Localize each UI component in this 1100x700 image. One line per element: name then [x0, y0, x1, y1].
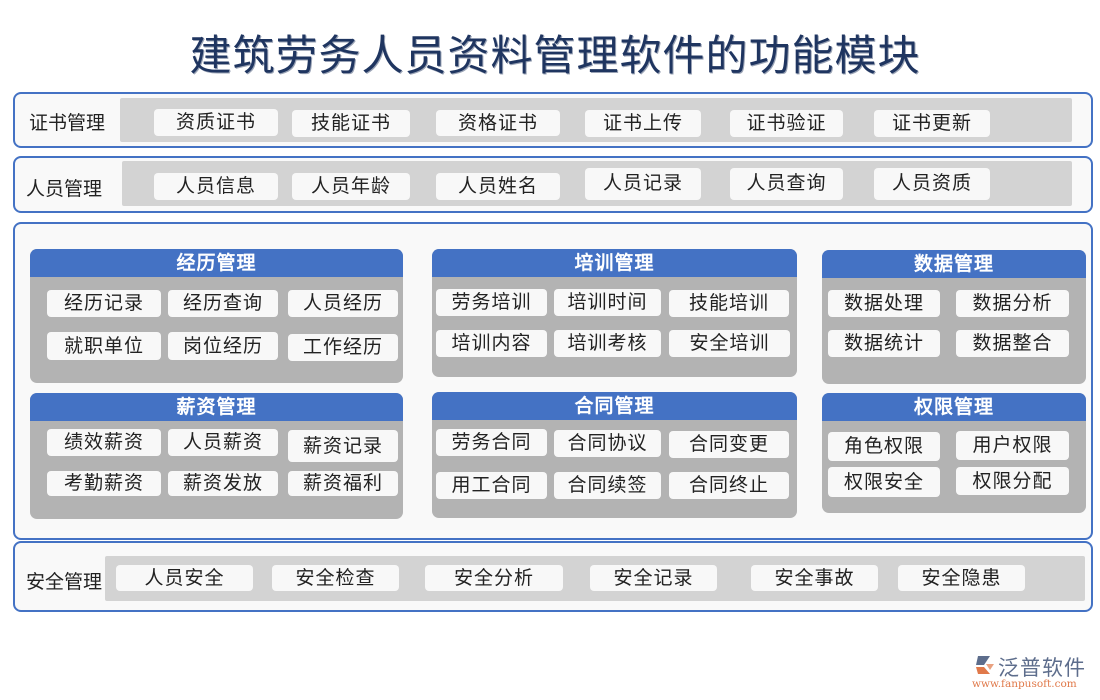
module-title: 合同管理 [432, 392, 797, 420]
module-item[interactable]: 培训时间 [554, 289, 661, 316]
module-item[interactable]: 合同终止 [669, 472, 789, 499]
row-label: 人员管理 [26, 178, 103, 200]
module-item[interactable]: 培训考核 [554, 330, 661, 357]
module-item[interactable]: 安全分析 [425, 565, 563, 591]
module-title: 权限管理 [822, 393, 1086, 421]
module-item[interactable]: 就职单位 [47, 332, 161, 360]
module-title: 经历管理 [30, 249, 403, 277]
module-item[interactable]: 权限安全 [828, 467, 940, 497]
module-item[interactable]: 用户权限 [956, 431, 1069, 460]
module-item[interactable]: 考勤薪资 [47, 471, 161, 496]
row-label: 证书管理 [29, 112, 106, 134]
module-item[interactable]: 资质证书 [154, 109, 278, 136]
module-item[interactable]: 岗位经历 [168, 332, 278, 360]
module-item[interactable]: 安全事故 [751, 565, 878, 591]
module-item[interactable]: 人员查询 [730, 168, 843, 200]
module-item[interactable]: 人员薪资 [168, 429, 278, 456]
module-item[interactable]: 资格证书 [436, 110, 560, 136]
personnel-management-row: 人员管理 人员信息 人员年龄 人员姓名 人员记录 人员查询 人员资质 [13, 156, 1093, 213]
row-label: 安全管理 [26, 571, 103, 593]
page-title: 建筑劳务人员资料管理软件的功能模块 [189, 31, 921, 80]
module-item[interactable]: 安全检查 [272, 565, 399, 591]
brand-logo: 泛普软件 www.fanpusoft.com [972, 652, 1097, 696]
module-title: 培训管理 [432, 249, 797, 277]
permission-management-module: 权限管理 角色权限 用户权限 权限安全 权限分配 [822, 393, 1086, 513]
module-item[interactable]: 经历记录 [47, 290, 161, 317]
module-item[interactable]: 薪资发放 [168, 471, 278, 496]
module-item[interactable]: 数据处理 [828, 290, 940, 317]
module-item[interactable]: 安全隐患 [898, 565, 1025, 591]
module-item[interactable]: 人员信息 [154, 173, 278, 200]
safety-management-row: 安全管理 人员安全 安全检查 安全分析 安全记录 安全事故 安全隐患 [13, 541, 1093, 612]
module-item[interactable]: 技能培训 [669, 290, 789, 317]
salary-management-module: 薪资管理 绩效薪资 人员薪资 薪资记录 考勤薪资 薪资发放 薪资福利 [30, 393, 403, 519]
module-item[interactable]: 数据统计 [828, 330, 940, 357]
training-management-module: 培训管理 劳务培训 培训时间 技能培训 培训内容 培训考核 安全培训 [432, 249, 797, 377]
module-item[interactable]: 人员姓名 [436, 173, 560, 200]
module-item[interactable]: 人员安全 [116, 565, 253, 591]
module-title: 薪资管理 [30, 393, 403, 421]
module-item[interactable]: 数据整合 [956, 330, 1069, 357]
module-item[interactable]: 安全培训 [669, 330, 790, 357]
module-item[interactable]: 证书上传 [585, 110, 701, 137]
module-item[interactable]: 证书更新 [874, 110, 990, 137]
certificate-management-row: 证书管理 资质证书 技能证书 资格证书 证书上传 证书验证 证书更新 [13, 92, 1093, 148]
module-item[interactable]: 培训内容 [436, 330, 547, 357]
module-item[interactable]: 经历查询 [168, 290, 278, 317]
module-item[interactable]: 劳务合同 [436, 429, 547, 456]
module-item[interactable]: 劳务培训 [436, 289, 547, 316]
module-item[interactable]: 数据分析 [956, 290, 1069, 317]
brand-logo-icon [976, 656, 994, 674]
module-item[interactable]: 角色权限 [828, 432, 940, 461]
module-item[interactable]: 薪资福利 [288, 471, 398, 496]
module-item[interactable]: 绩效薪资 [47, 429, 161, 456]
module-item[interactable]: 工作经历 [288, 334, 398, 361]
module-item[interactable]: 合同协议 [554, 430, 661, 457]
experience-management-module: 经历管理 经历记录 经历查询 人员经历 就职单位 岗位经历 工作经历 [30, 249, 403, 383]
module-item[interactable]: 权限分配 [956, 467, 1069, 495]
module-title: 数据管理 [822, 250, 1086, 278]
module-item[interactable]: 安全记录 [590, 565, 717, 591]
module-item[interactable]: 人员资质 [874, 168, 990, 200]
data-management-module: 数据管理 数据处理 数据分析 数据统计 数据整合 [822, 250, 1086, 384]
module-item[interactable]: 合同续签 [554, 472, 661, 499]
row-track: 人员安全 安全检查 安全分析 安全记录 安全事故 安全隐患 [105, 556, 1085, 601]
row-track: 资质证书 技能证书 资格证书 证书上传 证书验证 证书更新 [120, 98, 1072, 142]
module-item[interactable]: 人员经历 [288, 290, 398, 317]
module-item[interactable]: 技能证书 [292, 110, 410, 137]
module-item[interactable]: 薪资记录 [288, 430, 398, 462]
module-item[interactable]: 人员年龄 [292, 173, 410, 200]
contract-management-module: 合同管理 劳务合同 合同协议 合同变更 用工合同 合同续签 合同终止 [432, 392, 797, 518]
module-item[interactable]: 证书验证 [730, 110, 843, 137]
module-item[interactable]: 人员记录 [585, 168, 701, 200]
module-item[interactable]: 合同变更 [669, 431, 789, 458]
row-track: 人员信息 人员年龄 人员姓名 人员记录 人员查询 人员资质 [122, 161, 1072, 206]
brand-url: www.fanpusoft.com [972, 678, 1077, 690]
module-item[interactable]: 用工合同 [436, 472, 547, 499]
